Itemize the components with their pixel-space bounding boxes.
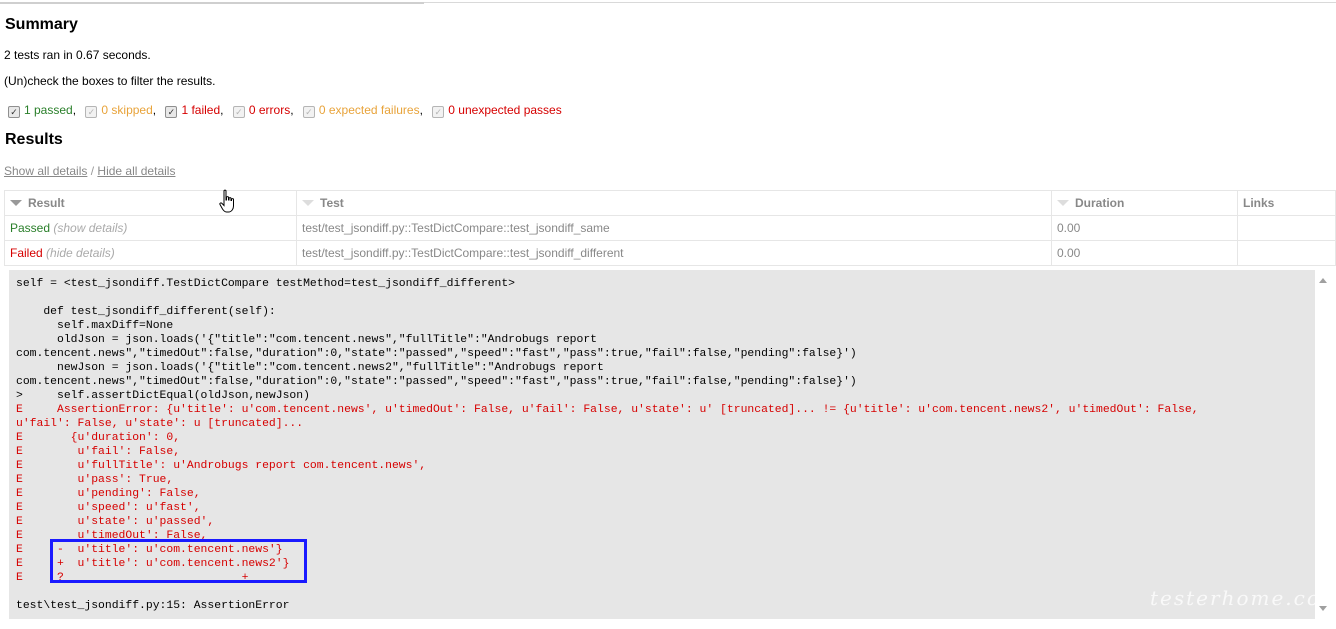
- log-line: self = <test_jsondiff.TestDictCompare te…: [16, 278, 515, 290]
- duration-cell: 0.00: [1051, 215, 1238, 241]
- log-line: self.maxDiff=None: [16, 320, 174, 332]
- log-line: com.tencent.news","timedOut":false,"dura…: [16, 376, 857, 388]
- top-tab-edge: [0, 2, 424, 4]
- log-line: oldJson = json.loads('{"title":"com.tenc…: [16, 334, 598, 346]
- skipped-checkbox[interactable]: ✓: [85, 106, 98, 118]
- test-name-cell: test/test_jsondiff.py::TestDictCompare::…: [296, 215, 1052, 241]
- errors-checkbox[interactable]: ✓: [232, 106, 245, 118]
- links-cell: [1237, 215, 1336, 241]
- results-table: Result Test Duration Links Passed (show …: [4, 190, 1336, 266]
- result-status: Passed: [10, 221, 51, 235]
- log-scrollbar[interactable]: [1315, 270, 1331, 619]
- passed-checkbox[interactable]: ✓: [8, 106, 20, 118]
- error-line: E AssertionError: {u'title': u'com.tence…: [16, 404, 1199, 416]
- log-line: > self.assertDictEqual(oldJson,newJson): [16, 390, 310, 402]
- column-header-links: Links: [1237, 190, 1336, 216]
- result-cell: Passed (show details): [4, 215, 297, 241]
- table-row: Passed (show details) test/test_jsondiff…: [4, 215, 1336, 241]
- links-cell: [1237, 240, 1336, 266]
- diff-highlight-box: [50, 539, 307, 583]
- expected-failures-checkbox[interactable]: ✓: [302, 106, 315, 118]
- show-all-details-link[interactable]: Show all details: [4, 164, 87, 178]
- error-line: E u'pending': False,: [16, 488, 201, 500]
- duration-cell: 0.00: [1051, 240, 1238, 266]
- unexpected-passes-filter-label: 0 unexpected passes: [448, 103, 562, 117]
- filter-instruction: (Un)check the boxes to filter the result…: [4, 74, 216, 88]
- skipped-filter-label: 0 skipped: [101, 103, 153, 117]
- result-status: Failed: [10, 246, 43, 260]
- failed-filter-label: 1 failed: [181, 103, 221, 117]
- table-header-row: Result Test Duration Links: [4, 190, 1336, 216]
- scroll-up-icon[interactable]: [1319, 278, 1327, 283]
- toggle-details-link[interactable]: (hide details): [46, 246, 115, 260]
- test-name-cell: test/test_jsondiff.py::TestDictCompare::…: [296, 240, 1052, 266]
- unexpected-passes-checkbox[interactable]: ✓: [432, 106, 445, 118]
- sort-arrow-icon: [1057, 200, 1069, 206]
- log-line: newJson = json.loads('{"title":"com.tenc…: [16, 362, 604, 374]
- hand-cursor-icon: [219, 189, 234, 213]
- tests-ran-text: 2 tests ran in 0.67 seconds.: [4, 48, 151, 62]
- summary-heading: Summary: [5, 16, 78, 33]
- column-header-result[interactable]: Result: [4, 190, 297, 216]
- error-line: E u'fail': False,: [16, 446, 181, 458]
- errors-filter-label: 0 errors: [248, 103, 291, 117]
- sort-arrow-icon: [302, 200, 314, 206]
- error-line: E u'state': u'passed',: [16, 516, 215, 528]
- log-line: com.tencent.news","timedOut":false,"dura…: [16, 348, 857, 360]
- watermark: testerhome.com: [1150, 586, 1336, 610]
- log-footer: test\test_jsondiff.py:15: AssertionError: [16, 600, 290, 612]
- filter-checkboxes: ✓ 1 passed, ✓ 0 skipped, ✓ 1 failed, ✓ 0 err…: [8, 103, 562, 118]
- sort-arrow-icon: [10, 200, 22, 206]
- hide-all-details-link[interactable]: Hide all details: [97, 164, 175, 178]
- error-line: E u'fullTitle': u'Androbugs report com.t…: [16, 460, 427, 472]
- table-row: Failed (hide details) test/test_jsondiff…: [4, 240, 1336, 266]
- column-header-duration[interactable]: Duration: [1051, 190, 1238, 216]
- result-cell: Failed (hide details): [4, 240, 297, 266]
- toggle-details-link[interactable]: (show details): [53, 221, 127, 235]
- passed-filter-label: 1 passed: [24, 103, 73, 117]
- error-line: E {u'duration': 0,: [16, 432, 181, 444]
- results-heading: Results: [5, 131, 63, 148]
- column-header-test[interactable]: Test: [296, 190, 1052, 216]
- error-line: E u'pass': True,: [16, 474, 174, 486]
- failed-checkbox[interactable]: ✓: [165, 106, 178, 118]
- expected-failures-filter-label: 0 expected failures: [318, 103, 420, 117]
- error-line: u'fail': False, u'state': u [truncated].…: [16, 418, 304, 430]
- log-line: def test_jsondiff_different(self):: [16, 306, 276, 318]
- error-line: E u'speed': u'fast',: [16, 502, 201, 514]
- details-links: Show all details / Hide all details: [4, 164, 176, 178]
